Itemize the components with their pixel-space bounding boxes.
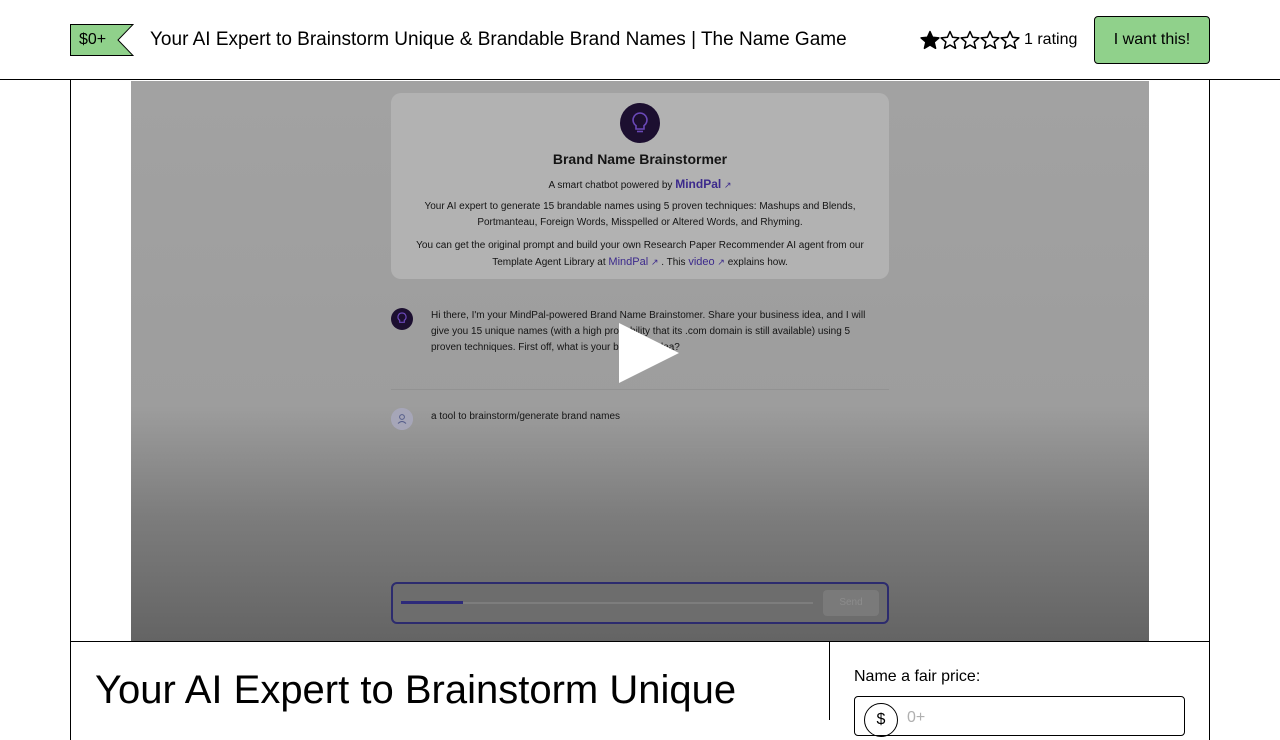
rating[interactable]: 1 rating (920, 29, 1077, 51)
bot-info-card: Brand Name Brainstormer A smart chatbot … (391, 93, 889, 279)
star-filled-icon (920, 30, 940, 50)
star-empty-icon (1000, 30, 1020, 50)
product-title: Your AI Expert to Brainstorm Unique & Br… (150, 29, 847, 50)
rating-stars (920, 30, 1020, 50)
i-want-this-button[interactable]: I want this! (1094, 16, 1210, 64)
external-link-icon: ↗ (717, 257, 725, 267)
user-icon (391, 408, 413, 430)
price-badge: $0+ (70, 24, 134, 56)
fair-price-label: Name a fair price: (854, 668, 981, 685)
mindpal-library-link[interactable]: MindPal (608, 256, 648, 268)
star-empty-icon (940, 30, 960, 50)
message-divider (391, 447, 889, 448)
section-divider (70, 641, 1210, 642)
video-progress-track[interactable] (401, 601, 813, 604)
price-input[interactable]: $ 0+ (854, 696, 1185, 737)
bot-name: Brand Name Brainstormer (552, 151, 728, 167)
external-link-icon: ↗ (724, 180, 732, 190)
powered-by: A smart chatbot powered by MindPal ↗ (391, 177, 889, 191)
video-link[interactable]: video (688, 256, 714, 268)
bot-description: Your AI expert to generate 15 brandable … (424, 201, 856, 228)
user-avatar (391, 408, 413, 430)
rating-count: 1 rating (1024, 31, 1078, 48)
star-empty-icon (980, 30, 1000, 50)
chat-input-bar[interactable]: Send (391, 582, 889, 624)
mindpal-link[interactable]: MindPal (675, 177, 721, 191)
message-divider (391, 389, 889, 390)
column-divider (829, 641, 830, 720)
currency-symbol: $ (864, 703, 898, 737)
price-badge-label: $0+ (79, 31, 107, 48)
price-placeholder: 0+ (907, 709, 926, 726)
powered-by-text: A smart chatbot powered by (548, 180, 673, 191)
lightbulb-icon (397, 312, 407, 323)
star-empty-icon (960, 30, 980, 50)
lightbulb-icon (621, 104, 659, 142)
user-message: a tool to brainstorm/generate brand name… (431, 411, 620, 422)
bot-message-avatar (391, 308, 413, 330)
external-link-icon: ↗ (650, 257, 659, 267)
bot-more-info: You can get the original prompt and buil… (405, 237, 875, 271)
video-preview[interactable]: Brand Name Brainstormer A smart chatbot … (131, 81, 1149, 641)
bot-avatar (620, 103, 660, 143)
main-title: Your AI Expert to Brainstorm Unique (95, 668, 737, 712)
more-text-3: explains how. (727, 257, 788, 268)
top-bar: $0+ Your AI Expert to Brainstorm Unique … (0, 0, 1280, 80)
video-progress-fill (401, 601, 463, 604)
play-icon[interactable] (617, 321, 681, 385)
more-text-2: . This (661, 257, 686, 268)
send-button[interactable]: Send (823, 590, 879, 616)
